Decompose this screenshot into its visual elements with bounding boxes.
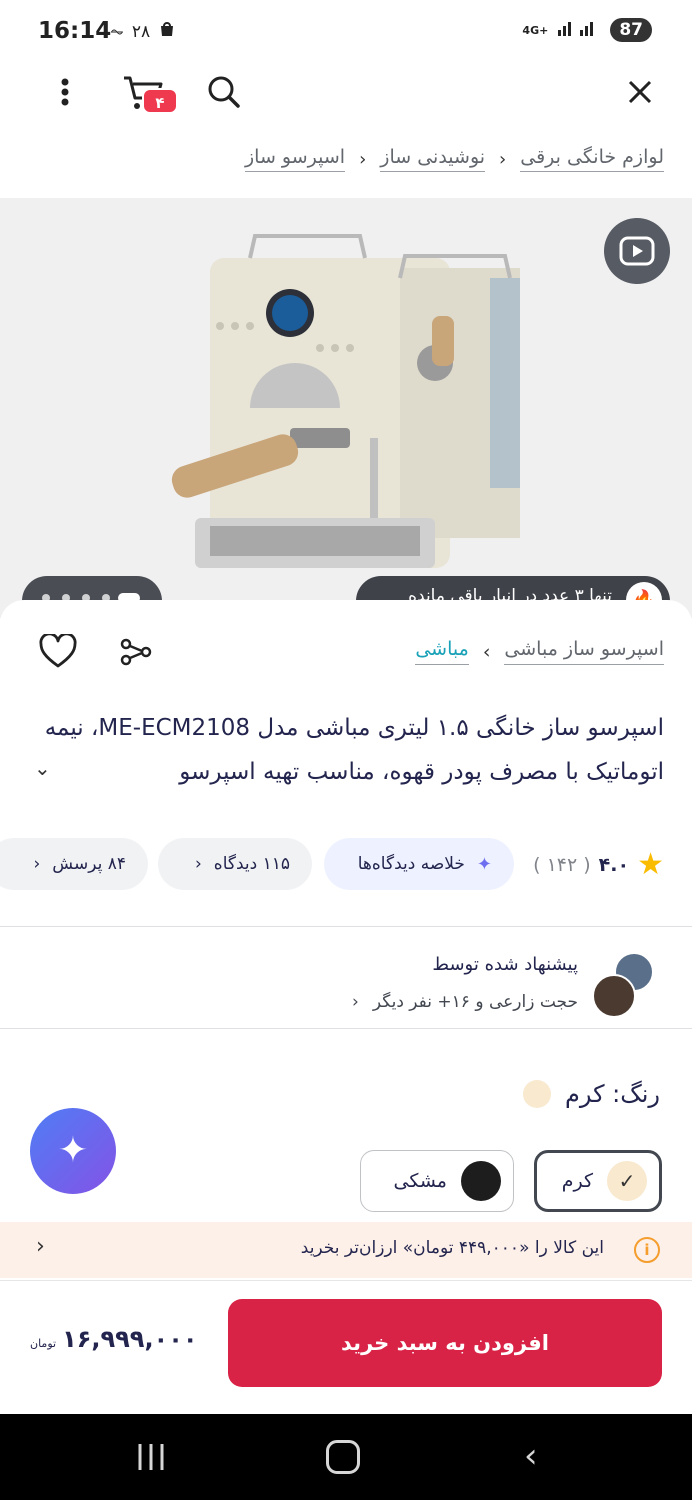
price-currency: تومان — [30, 1337, 57, 1350]
star-icon: ★ — [637, 847, 664, 882]
cart-count-badge: ۴ — [142, 88, 178, 114]
chevron-left-icon: ‹ — [36, 1234, 45, 1259]
breadcrumb: لوازم خانگی برقی ‹ نوشیدنی ساز ‹ اسپرسو … — [244, 146, 664, 172]
rating-value: ۴.۰ — [598, 854, 630, 876]
chevron-left-icon: ‹ — [359, 148, 367, 170]
reviews-label: ۱۱۵ دیدگاه — [213, 854, 290, 874]
divider — [0, 926, 692, 927]
info-icon: i — [634, 1237, 660, 1263]
buy-bar: افزودن به سبد خرید ۱۶,۹۹۹,۰۰۰ تومان — [0, 1280, 692, 1414]
questions-chip[interactable]: ۸۴ پرسش ‹ — [0, 838, 148, 890]
color-swatch — [461, 1161, 501, 1201]
price: ۱۶,۹۹۹,۰۰۰ تومان — [30, 1325, 198, 1353]
system-nav-bar: ‹ — [0, 1414, 692, 1500]
review-summary-label: خلاصه دیدگاه‌ها — [357, 854, 465, 874]
recent-apps-icon[interactable] — [136, 1440, 166, 1474]
color-option-label: مشکی — [393, 1170, 447, 1192]
more-vertical-icon[interactable] — [50, 72, 80, 112]
recommender-avatars — [584, 952, 654, 1024]
rating[interactable]: ★ ۴.۰ ( ۱۴۲ ) — [533, 850, 664, 880]
back-icon[interactable]: ‹ — [524, 1436, 538, 1476]
recommendation-subtitle: حجت زارعی و ۱۶+ نفر دیگر ‹ — [352, 992, 578, 1012]
brand-category-link[interactable]: اسپرسو ساز مباشی — [504, 638, 664, 665]
color-option-label: کرم — [561, 1170, 593, 1192]
battery-indicator: 87 — [610, 18, 652, 42]
home-icon[interactable] — [326, 1440, 360, 1474]
brand-breadcrumb: مباشی ‹ اسپرسو ساز مباشی — [415, 638, 664, 665]
status-bar: 16:14 ⏦ ۲۸ 4G+ 87 — [0, 0, 692, 64]
signal-icon — [558, 18, 600, 42]
avatar — [592, 974, 636, 1018]
status-time: 16:14 — [38, 18, 112, 44]
rating-count: ( ۱۴۲ ) — [533, 854, 591, 876]
status-temperature: ۲۸ — [131, 21, 151, 42]
chevron-left-icon: ‹ — [352, 992, 359, 1012]
cheaper-offer-text: این کالا را «۴۴۹,۰۰۰ تومان» ارزان‌تر بخر… — [300, 1238, 604, 1258]
video-play-button[interactable] — [604, 218, 670, 284]
vibrate-icon: ⏦ — [110, 21, 124, 42]
shop-bag-icon — [158, 20, 176, 43]
status-left-icons: ⏦ ۲۸ — [110, 20, 176, 43]
chevron-left-icon: ‹ — [194, 854, 202, 874]
breadcrumb-item[interactable]: لوازم خانگی برقی — [520, 146, 664, 172]
search-icon[interactable] — [204, 72, 244, 112]
chevron-left-icon: ‹ — [33, 854, 41, 874]
brand-link[interactable]: مباشی — [415, 638, 469, 665]
ai-assistant-button[interactable]: ✦ — [30, 1108, 116, 1194]
recommendation-title: پیشنهاد شده توسط — [432, 954, 578, 975]
product-title: اسپرسو ساز خانگی ۱.۵ لیتری مباشی مدل ME-… — [44, 715, 664, 785]
questions-label: ۸۴ پرسش — [52, 854, 126, 874]
check-icon: ✓ — [607, 1161, 647, 1201]
color-label-text: رنگ: کرم — [565, 1080, 660, 1108]
network-type: 4G+ — [522, 23, 549, 37]
sparkle-icon: ✦ — [57, 1130, 89, 1171]
product-image — [171, 234, 520, 568]
recommenders-text: حجت زارعی و ۱۶+ نفر دیگر — [372, 992, 578, 1012]
status-right-icons: 4G+ 87 — [522, 18, 652, 42]
breadcrumb-item[interactable]: نوشیدنی ساز — [380, 146, 486, 172]
review-chips: ★ ۴.۰ ( ۱۴۲ ) ✦ خلاصه دیدگاه‌ها ۱۱۵ دیدگ… — [0, 838, 692, 890]
chevron-left-icon: ‹ — [482, 640, 491, 663]
app-bar: ۴ — [0, 64, 692, 124]
color-option-black[interactable]: مشکی — [360, 1150, 514, 1212]
close-icon[interactable] — [622, 74, 658, 110]
sparkle-icon: ✦ — [476, 853, 492, 875]
add-to-cart-button[interactable]: افزودن به سبد خرید — [228, 1299, 662, 1387]
color-option-cream[interactable]: ✓ کرم — [534, 1150, 662, 1212]
chevron-down-icon[interactable]: ⌄ — [34, 756, 51, 780]
divider — [0, 1028, 692, 1029]
heart-icon[interactable] — [38, 632, 78, 670]
recommendation-row[interactable]: پیشنهاد شده توسط حجت زارعی و ۱۶+ نفر دیگ… — [34, 948, 654, 1038]
share-icon[interactable] — [118, 634, 154, 670]
cheaper-offer-banner[interactable]: i این کالا را «۴۴۹,۰۰۰ تومان» ارزان‌تر ب… — [0, 1222, 692, 1278]
color-swatch — [523, 1080, 551, 1108]
chevron-left-icon: ‹ — [499, 148, 507, 170]
breadcrumb-item[interactable]: اسپرسو ساز — [244, 146, 346, 172]
color-label: رنگ: کرم — [523, 1080, 660, 1108]
reviews-chip[interactable]: ۱۱۵ دیدگاه ‹ — [158, 838, 312, 890]
product-card: مباشی ‹ اسپرسو ساز مباشی اسپرسو ساز خانگ… — [0, 600, 692, 1500]
review-summary-chip[interactable]: ✦ خلاصه دیدگاه‌ها — [324, 838, 514, 890]
price-amount: ۱۶,۹۹۹,۰۰۰ — [62, 1325, 198, 1353]
product-gallery[interactable]: تنها ۳ عدد در انبار باقی مانده 🔥 — [0, 198, 692, 618]
